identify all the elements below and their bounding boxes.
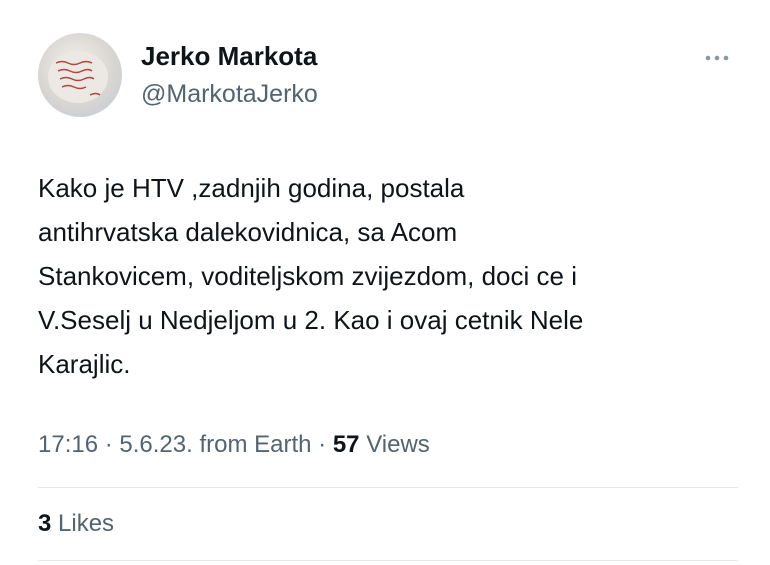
tweet-metadata: 17:16 · 5.6.23. from Earth · 57 Views <box>38 425 430 465</box>
tweet-text-line: Kako je HTV ,zadnjih godina, postala <box>38 173 465 203</box>
more-options-icon <box>705 55 729 61</box>
meta-separator: · <box>98 431 120 458</box>
tweet-text-line: Stankovicem, voditeljskom zvijezdom, doc… <box>38 261 577 291</box>
divider <box>38 487 738 488</box>
views-label: Views <box>359 431 430 458</box>
tweet-date[interactable]: 5.6.23. <box>119 431 192 458</box>
likes-stat[interactable]: 3 Likes <box>38 504 114 544</box>
avatar-photo-icon <box>48 51 108 103</box>
author-handle[interactable]: @MarkotaJerko <box>141 79 318 109</box>
author-display-name[interactable]: Jerko Markota <box>141 40 317 72</box>
tweet-text-line: antihrvatska dalekovidnica, sa Acom <box>38 217 458 247</box>
tweet-text-line: Karajlic. <box>38 349 131 379</box>
tweet-text: Kako je HTV ,zadnjih godina, postala ant… <box>38 166 738 386</box>
views-count: 57 <box>332 431 360 458</box>
likes-label: Likes <box>51 510 115 537</box>
tweet-time[interactable]: 17:16 <box>38 431 98 458</box>
divider <box>38 560 738 561</box>
meta-separator: · <box>311 431 333 458</box>
author-avatar[interactable] <box>38 33 122 117</box>
tweet-source: from Earth <box>192 431 312 458</box>
tweet-text-line: V.Seselj u Nedjeljom u 2. Kao i ovaj cet… <box>38 305 584 335</box>
tweet-detail: Jerko Markota @MarkotaJerko Kako je HTV … <box>0 0 770 565</box>
more-options-button[interactable] <box>700 48 734 68</box>
likes-count: 3 <box>38 510 52 537</box>
